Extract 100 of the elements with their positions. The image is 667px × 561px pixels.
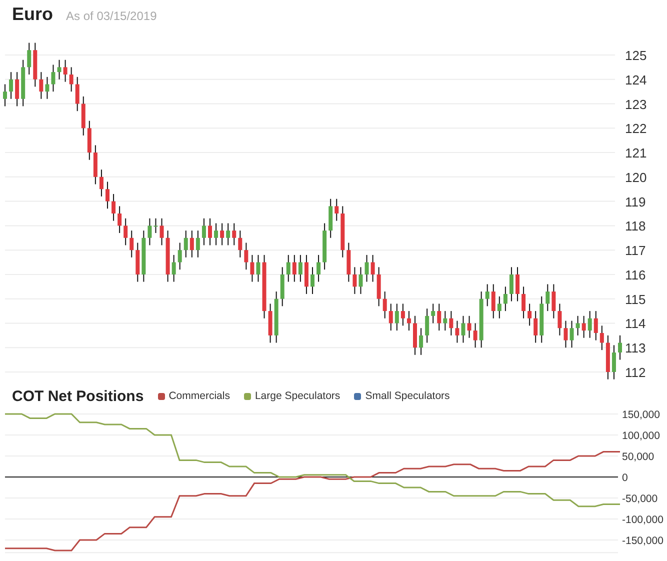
axis-tick-label: 50,000 [622,451,654,463]
candlestick [292,254,296,282]
candlestick [582,315,586,338]
candlestick [503,286,508,312]
candlestick [256,254,260,282]
candlestick [497,296,502,319]
axis-tick-label: 114 [625,316,646,332]
candlestick [382,291,387,319]
candlestick [370,254,375,282]
candlestick [570,320,574,348]
candlestick [51,64,56,92]
candlestick [99,169,104,197]
candlestick [45,76,50,100]
candlestick [618,334,622,360]
candlestick [491,284,496,319]
candlestick [15,72,20,107]
candlestick [286,254,290,282]
candlestick [394,303,399,332]
candlestick [63,59,68,82]
candlestick [27,42,32,76]
candlestick [600,325,604,351]
candlestick [455,320,460,344]
candlestick [594,310,598,341]
candlestick [437,303,442,332]
candlestick [564,320,568,348]
candlestick [419,328,424,356]
candlestick [298,254,302,282]
axis-tick-label: 113 [625,340,646,356]
candlestick [534,310,538,344]
candlestick [57,59,62,80]
candlestick [118,206,122,234]
candlestick [522,286,526,319]
axis-tick-label: 116 [625,267,646,282]
candlestick [124,218,128,246]
candlestick [238,230,242,258]
candlestick [75,76,80,112]
candlestick [310,266,314,294]
candlestick [106,181,110,210]
candlestick [467,315,472,338]
candlestick [130,230,134,258]
section-title: COT Net Positions [12,388,144,404]
candlestick [184,230,188,258]
axis-tick-label: 0 [622,472,628,484]
candlestick [431,303,436,324]
axis-tick-label: 120 [625,170,647,185]
candlestick [552,284,556,319]
axis-tick-label: 122 [625,121,647,136]
candlestick [3,84,7,107]
axis-tick-label: -100,000 [622,514,664,526]
axis-tick-label: 124 [625,72,647,88]
candlestick [473,322,478,348]
candlestick [406,310,411,332]
axis-tick-label: 119 [625,194,646,210]
candlestick [352,266,357,294]
axis-tick-label: 123 [625,96,647,112]
candlestick [250,254,254,282]
candlestick [208,218,212,246]
candlestick [112,193,116,222]
candlestick [400,303,405,326]
legend-label[interactable]: Large Speculators [254,390,340,402]
axis-tick-label: 121 [625,146,647,161]
candlestick [334,198,339,222]
candlestick [516,266,520,302]
axis-tick-label: 150,000 [622,409,660,421]
axis-tick-label: 125 [625,48,647,63]
candlestick [178,242,182,270]
candlestick [148,218,152,246]
candlestick [196,230,200,258]
candlestick [461,315,466,344]
candlestick [154,218,158,234]
candlestick [9,72,14,100]
candlestick [449,310,454,336]
axis-tick-label: 115 [625,292,646,307]
candlestick [425,308,430,344]
axis-tick-label: -150,000 [622,535,664,547]
candlestick [232,222,236,246]
axis-tick-label: 117 [625,243,646,258]
legend-label[interactable]: Small Speculators [365,390,450,402]
candlestick [509,266,514,302]
candlestick [546,284,550,312]
chart-title: Euro [12,4,54,25]
candlestick [364,254,369,282]
candlestick [69,66,74,92]
date-caption: As of 03/15/2019 [66,9,157,23]
candlestick [443,310,448,332]
candlestick [202,218,206,246]
candlestick [172,254,176,282]
candlestick [160,218,164,246]
candlestick [39,72,44,100]
candlestick [226,222,230,246]
candlestick [316,254,321,282]
legend-label[interactable]: Commercials [168,390,230,402]
candlestick [612,344,616,380]
candlestick [576,315,580,336]
candlestick [244,242,248,270]
candlestick [388,303,393,332]
candlestick [485,284,490,307]
candlestick [558,303,562,336]
axis-tick-label: 112 [625,365,646,380]
axis-tick-label: 118 [625,218,646,234]
